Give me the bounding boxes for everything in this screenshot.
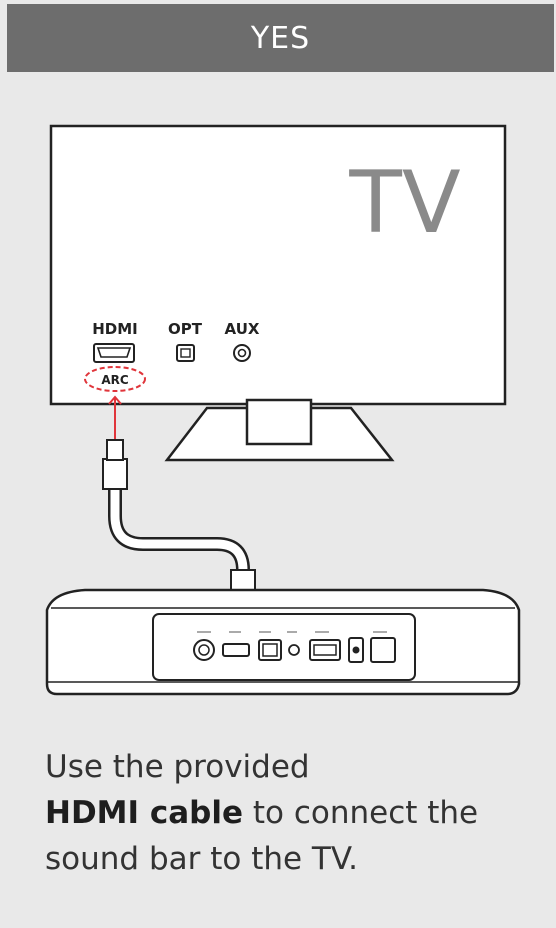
soundbar-service-port xyxy=(370,637,396,663)
caption-bold-term: HDMI cable xyxy=(45,795,243,831)
tv-label: TV xyxy=(348,153,461,253)
soundbar-aux-port xyxy=(288,644,300,656)
tv-illustration: TV HDMI OPT AUX ARC xyxy=(49,124,507,462)
hdmi-port-label: HDMI xyxy=(92,320,138,338)
soundbar-illustration xyxy=(45,588,521,696)
caption-line-3: sound bar to the TV. xyxy=(45,841,358,877)
instruction-caption: Use the provided HDMI cable to connect t… xyxy=(45,744,545,882)
hdmi-port-icon xyxy=(93,343,135,363)
aux-port-icon xyxy=(233,344,251,362)
aux-port-label: AUX xyxy=(225,320,260,338)
soundbar-hdmi-port xyxy=(222,643,250,657)
tv-stand-neck xyxy=(245,398,313,446)
connection-diagram: TV HDMI OPT AUX ARC xyxy=(45,124,521,696)
instruction-card: YES TV HDMI OPT AUX ARC Use the provided… xyxy=(7,4,554,928)
caption-line-2-rest: to connect the xyxy=(243,795,479,831)
opt-port-label: OPT xyxy=(168,320,203,338)
caption-line-1: Use the provided xyxy=(45,749,310,785)
arrow-up-icon xyxy=(108,395,122,439)
optical-port-icon xyxy=(176,344,195,362)
caption-line-2: HDMI cable to connect the xyxy=(45,790,545,836)
arc-label: ARC xyxy=(101,373,129,387)
